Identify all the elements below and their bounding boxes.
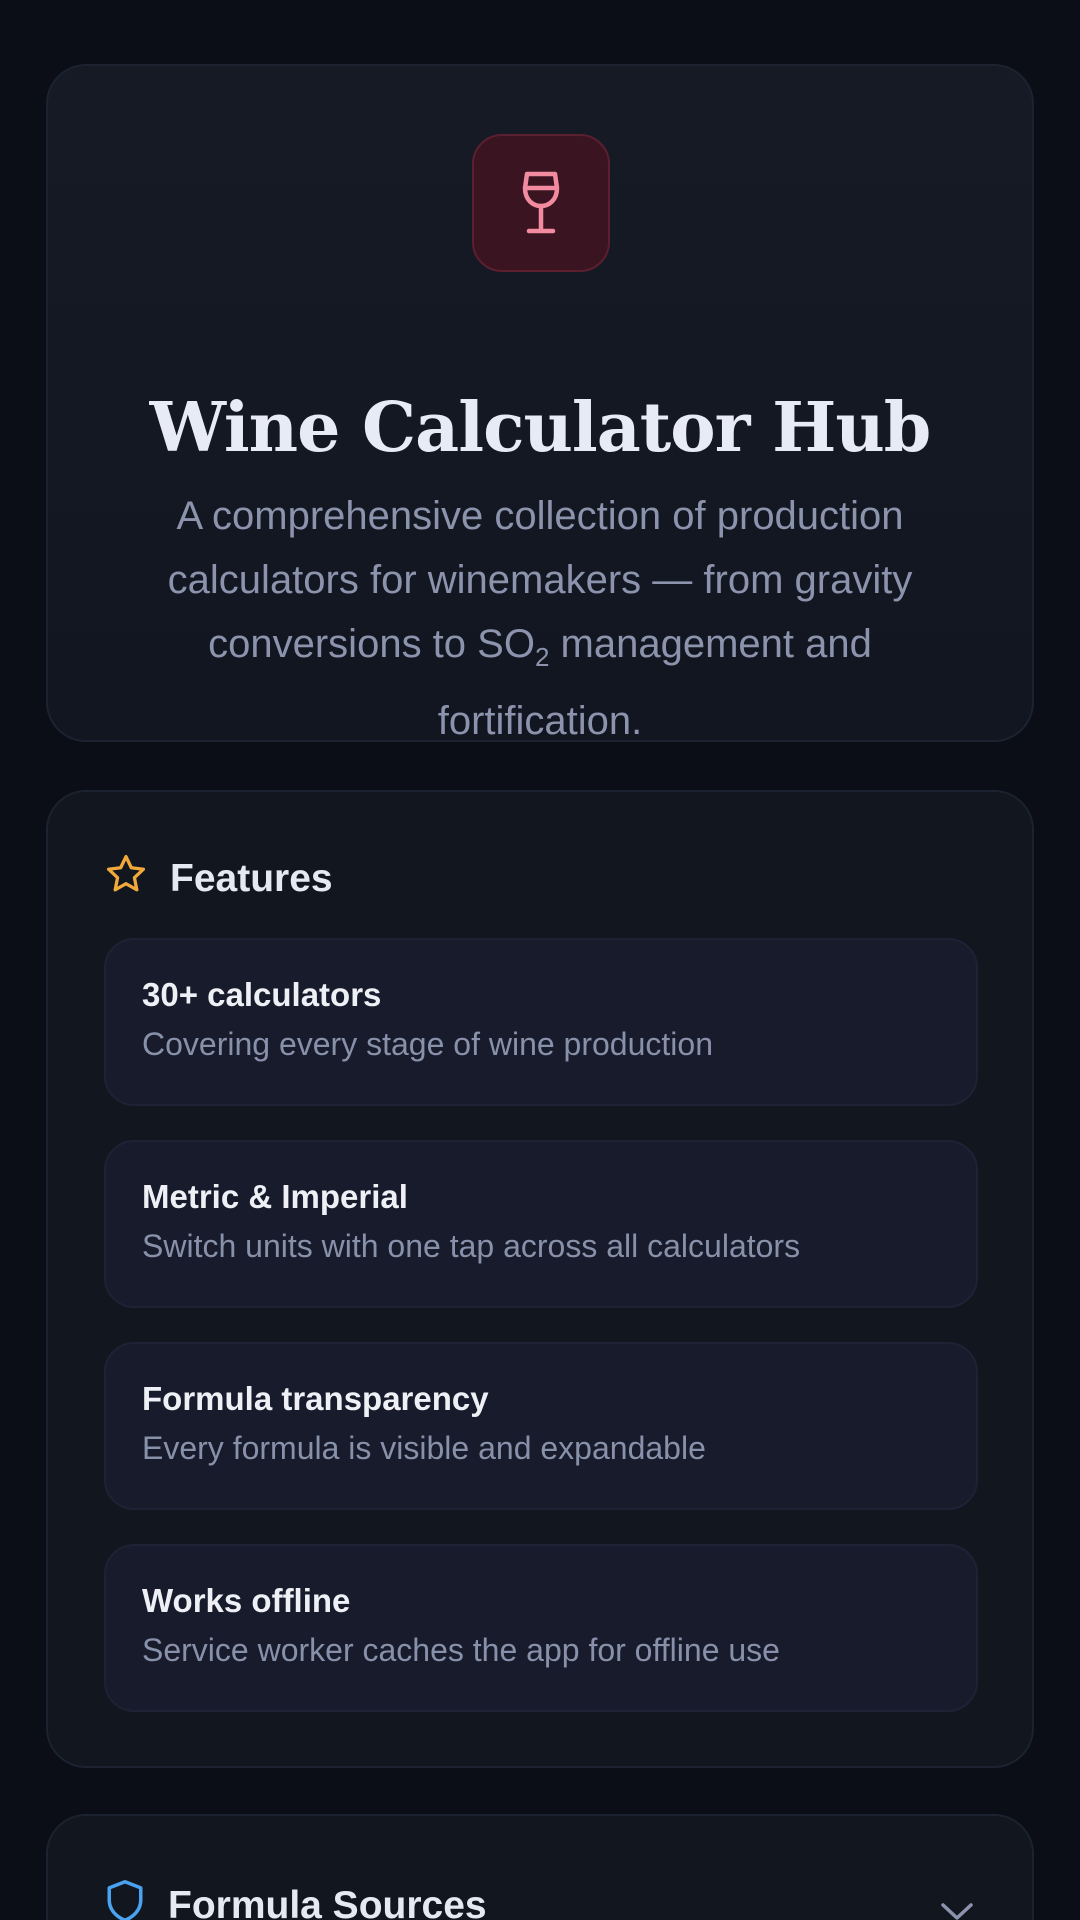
formula-sources-header[interactable]: Formula Sources [104,1878,487,1920]
page-title: Wine Calculator Hub [149,388,932,468]
subtitle-subscript: 2 [534,642,550,672]
shield-icon [104,1878,146,1920]
page-subtitle: A comprehensive collection of production… [144,484,936,753]
features-header: Features [104,852,333,906]
feature-item: Works offline Service worker caches the … [104,1544,978,1712]
features-card: Features 30+ calculators Covering every … [46,790,1034,1768]
feature-title: Metric & Imperial [142,1178,408,1215]
feature-description: Every formula is visible and expandable [142,1430,706,1466]
hero-card: Wine Calculator Hub A comprehensive coll… [46,64,1034,743]
feature-description: Service worker caches the app for offlin… [142,1632,780,1668]
feature-title: Formula transparency [142,1380,489,1417]
feature-title: 30+ calculators [142,976,382,1013]
chevron-down-icon[interactable] [940,1902,974,1920]
wine-glass-icon [472,134,610,272]
feature-item: Formula transparency Every formula is vi… [104,1342,978,1510]
feature-item: Metric & Imperial Switch units with one … [104,1140,978,1308]
feature-item: 30+ calculators Covering every stage of … [104,938,978,1106]
star-icon [104,852,148,906]
feature-description: Covering every stage of wine production [142,1026,713,1062]
formula-sources-card[interactable]: Formula Sources [46,1814,1034,1920]
formula-sources-heading: Formula Sources [168,1884,487,1920]
feature-title: Works offline [142,1582,351,1619]
page: Wine Calculator Hub A comprehensive coll… [0,0,1080,1920]
feature-description: Switch units with one tap across all cal… [142,1228,801,1264]
features-heading: Features [170,857,333,900]
